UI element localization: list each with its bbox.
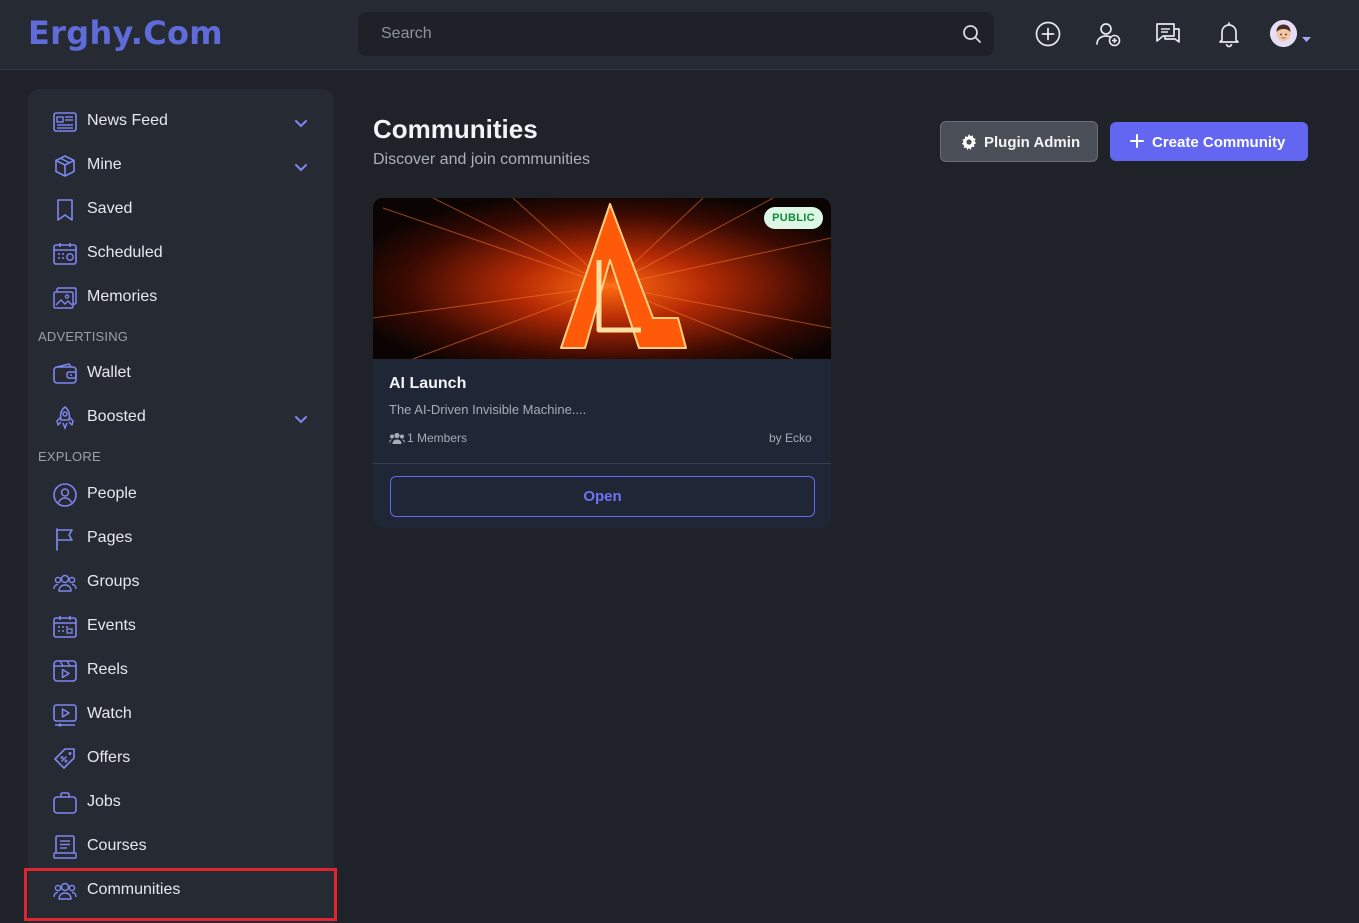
sidebar-item-memories[interactable]: Memories <box>28 277 334 317</box>
chevron-down-icon[interactable] <box>294 411 308 429</box>
sidebar-item-jobs[interactable]: Jobs <box>28 782 334 822</box>
sidebar-item-label: News Feed <box>87 112 168 129</box>
bookmark-icon <box>52 197 78 223</box>
gear-icon <box>961 134 977 154</box>
section-label-explore: EXPLORE <box>38 449 101 464</box>
sidebar-item-label: Events <box>87 617 136 634</box>
chevron-down-icon[interactable] <box>294 115 308 133</box>
create-community-label: Create Community <box>1152 134 1286 151</box>
members-count: 1 Members <box>407 431 468 445</box>
book-icon <box>52 834 78 860</box>
page-subtitle: Discover and join communities <box>373 151 590 168</box>
sidebar-item-label: Scheduled <box>87 244 163 261</box>
sidebar-item-mine[interactable]: Mine <box>28 145 334 185</box>
sidebar-item-people[interactable]: People <box>28 474 334 514</box>
sidebar-item-label: Jobs <box>87 793 121 810</box>
tag-icon <box>52 746 78 772</box>
sidebar-item-watch[interactable]: Watch <box>28 694 334 734</box>
chevron-down-icon[interactable] <box>294 159 308 177</box>
reels-icon <box>52 658 78 684</box>
plugin-admin-label: Plugin Admin <box>984 134 1081 151</box>
rocket-icon <box>52 405 78 431</box>
photos-icon <box>52 285 78 311</box>
sidebar-item-label: Saved <box>87 200 133 217</box>
page-title: Communities <box>373 114 538 144</box>
card-divider <box>373 463 831 464</box>
sidebar-item-label: People <box>87 485 137 502</box>
briefcase-icon <box>52 790 78 816</box>
sidebar-item-label: Memories <box>87 288 158 305</box>
newspaper-icon <box>52 109 78 135</box>
plus-icon <box>1130 134 1144 152</box>
search-input[interactable] <box>358 12 994 56</box>
top-bar: Erghy.Com <box>0 0 1359 70</box>
sidebar-item-courses[interactable]: Courses <box>28 826 334 866</box>
selection-highlight-box <box>24 868 337 921</box>
sidebar-item-saved[interactable]: Saved <box>28 189 334 229</box>
community-members: 1 Members <box>389 431 467 445</box>
sidebar-item-label: Reels <box>87 661 128 678</box>
sidebar-item-label: Groups <box>87 573 140 590</box>
sidebar-item-groups[interactable]: Groups <box>28 562 334 602</box>
calendar-clock-icon <box>52 241 78 267</box>
public-badge: PUBLIC <box>764 207 823 229</box>
wallet-icon <box>52 361 78 387</box>
flag-icon <box>52 526 78 552</box>
sidebar-item-offers[interactable]: Offers <box>28 738 334 778</box>
calendar-icon <box>52 614 78 640</box>
box-icon <box>52 153 78 179</box>
sidebar-item-reels[interactable]: Reels <box>28 650 334 690</box>
site-logo[interactable]: Erghy.Com <box>28 14 223 52</box>
sidebar-item-events[interactable]: Events <box>28 606 334 646</box>
sidebar-item-wallet[interactable]: Wallet <box>28 353 334 393</box>
group-icon <box>52 570 78 596</box>
sidebar-item-news-feed[interactable]: News Feed <box>28 101 334 141</box>
sidebar-item-boosted[interactable]: Boosted <box>28 397 334 437</box>
sidebar-item-label: Mine <box>87 156 122 173</box>
notifications-bell-icon[interactable] <box>1214 19 1244 49</box>
community-name[interactable]: AI Launch <box>389 375 466 393</box>
video-icon <box>52 702 78 728</box>
sidebar-item-scheduled[interactable]: Scheduled <box>28 233 334 273</box>
sidebar-item-label: Pages <box>87 529 133 546</box>
account-menu-caret-icon[interactable] <box>1302 30 1311 48</box>
add-friend-icon[interactable] <box>1093 19 1123 49</box>
sidebar-item-label: Boosted <box>87 408 146 425</box>
create-community-button[interactable]: Create Community <box>1110 122 1308 161</box>
open-community-button[interactable]: Open <box>390 476 815 517</box>
search-box <box>358 12 994 56</box>
sidebar-item-label: Wallet <box>87 364 131 381</box>
sidebar: News Feed Mine Saved Scheduled Memories … <box>28 89 334 923</box>
community-description: The AI-Driven Invisible Machine.... <box>389 402 587 417</box>
sidebar-item-label: Offers <box>87 749 131 766</box>
community-cover-image <box>373 198 831 359</box>
user-avatar[interactable] <box>1270 20 1297 47</box>
members-icon <box>389 432 405 444</box>
messages-icon[interactable] <box>1153 19 1183 49</box>
plugin-admin-button[interactable]: Plugin Admin <box>940 121 1098 162</box>
sidebar-item-label: Courses <box>87 837 147 854</box>
sidebar-item-pages[interactable]: Pages <box>28 518 334 558</box>
person-icon <box>52 482 78 508</box>
create-post-icon[interactable] <box>1033 19 1063 49</box>
sidebar-item-label: Watch <box>87 705 132 722</box>
search-icon[interactable] <box>962 24 982 49</box>
community-author: by Ecko <box>769 431 812 445</box>
section-label-advertising: ADVERTISING <box>38 329 129 344</box>
